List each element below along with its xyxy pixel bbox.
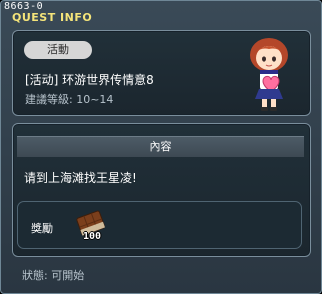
reward-label: 獎勵 — [31, 222, 53, 235]
content-section-header: 內容 — [17, 136, 304, 157]
quest-detail-panel: 內容 请到上海滩找王星凌! 獎勵 100 — [12, 123, 311, 257]
window-title: QUEST INFO — [12, 11, 93, 24]
quest-type-tag: 活動 — [24, 41, 92, 59]
quest-info-window: 8663-0 QUEST INFO 活動 [活动] 环游世界传情意8 建議等級:… — [0, 0, 322, 294]
quest-name: [活动] 环游世界传情意8 — [25, 73, 154, 87]
quest-summary-panel: 活動 [活动] 环游世界传情意8 建議等級: 10~14 — [12, 30, 311, 116]
quest-status: 狀態: 可開始 — [22, 269, 85, 282]
reward-item-slot[interactable]: 100 — [71, 208, 111, 244]
recommended-level: 建議等級: 10~14 — [25, 93, 114, 106]
reward-box: 獎勵 100 — [17, 201, 302, 249]
reward-quantity: 100 — [83, 231, 102, 242]
quest-description: 请到上海滩找王星凌! — [24, 171, 137, 185]
npc-avatar-icon — [241, 35, 297, 113]
